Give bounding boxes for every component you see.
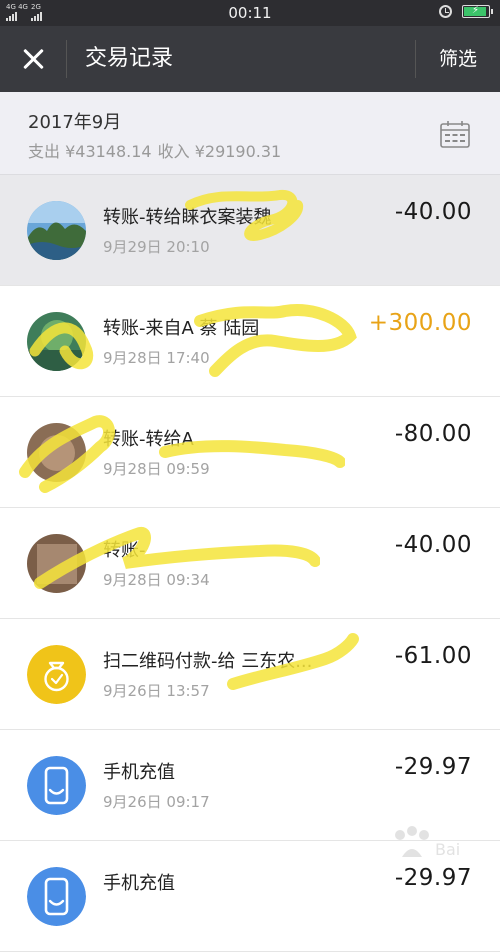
status-bar: 4G 4G 2G 00:11 ⚡	[0, 0, 500, 26]
phone-recharge-icon	[27, 867, 86, 926]
transaction-row[interactable]: 扫二维码付款-给 三东农... 9月26日 13:57 -61.00	[0, 619, 500, 730]
nav-bar: 交易记录 筛选	[0, 26, 500, 92]
status-right-icons: ⚡	[439, 5, 493, 18]
income-total: 收入 ¥29190.31	[157, 142, 282, 161]
transaction-title: 转账-转给A	[103, 429, 194, 450]
month-label[interactable]: 2017年9月	[28, 108, 121, 134]
calendar-icon[interactable]	[440, 121, 470, 148]
avatar	[27, 534, 86, 593]
transaction-title: 扫二维码付款-给 三东农...	[103, 651, 313, 672]
battery-icon: ⚡	[462, 5, 493, 18]
transaction-amount: -40.00	[394, 199, 472, 225]
transaction-amount: +300.00	[368, 310, 472, 336]
nav-divider	[66, 40, 67, 78]
transaction-amount: -40.00	[394, 532, 472, 558]
transaction-title: 转账-来自A 蔡 陆园	[103, 318, 260, 339]
expense-total: 支出 ¥43148.14	[28, 142, 152, 161]
page-title: 交易记录	[85, 46, 174, 71]
filter-button[interactable]: 筛选	[416, 26, 500, 92]
transaction-row[interactable]: 转账-来自A 蔡 陆园 9月28日 17:40 +300.00	[0, 286, 500, 397]
transaction-time: 9月29日 20:10	[103, 238, 210, 256]
avatar	[27, 423, 86, 482]
transaction-time: 9月28日 17:40	[103, 349, 210, 367]
transaction-amount: -29.97	[394, 754, 472, 780]
svg-text:Bai: Bai	[435, 840, 460, 859]
transaction-title: 转账-	[103, 540, 146, 561]
transaction-row[interactable]: 转账- 9月28日 09:34 -40.00	[0, 508, 500, 619]
watermark-logo: Bai	[395, 826, 460, 859]
transaction-row[interactable]: 转账-转给A 9月28日 09:59 -80.00	[0, 397, 500, 508]
transaction-time: 9月28日 09:34	[103, 571, 210, 589]
avatar	[27, 201, 86, 260]
month-summary-header: 2017年9月 支出 ¥43148.14 收入 ¥29190.31	[0, 92, 500, 175]
transaction-title: 手机充值	[103, 762, 175, 783]
transaction-row[interactable]: 转账-转给睐衣案装魏 9月29日 20:10 -40.00	[0, 175, 500, 286]
phone-recharge-icon	[27, 756, 86, 815]
transaction-time: 9月26日 13:57	[103, 682, 210, 700]
close-button[interactable]	[12, 38, 56, 82]
alarm-icon	[439, 5, 452, 18]
transaction-amount: -80.00	[394, 421, 472, 447]
money-bag-icon	[27, 645, 86, 704]
month-totals: 支出 ¥43148.14 收入 ¥29190.31	[28, 138, 287, 162]
transaction-time: 9月28日 09:59	[103, 460, 210, 478]
status-time: 00:11	[228, 4, 272, 22]
transaction-title: 转账-转给睐衣案装魏	[103, 207, 272, 228]
transaction-amount: -61.00	[394, 643, 472, 669]
avatar	[27, 312, 86, 371]
transaction-title: 手机充值	[103, 873, 175, 894]
transaction-time: 9月26日 09:17	[103, 793, 210, 811]
